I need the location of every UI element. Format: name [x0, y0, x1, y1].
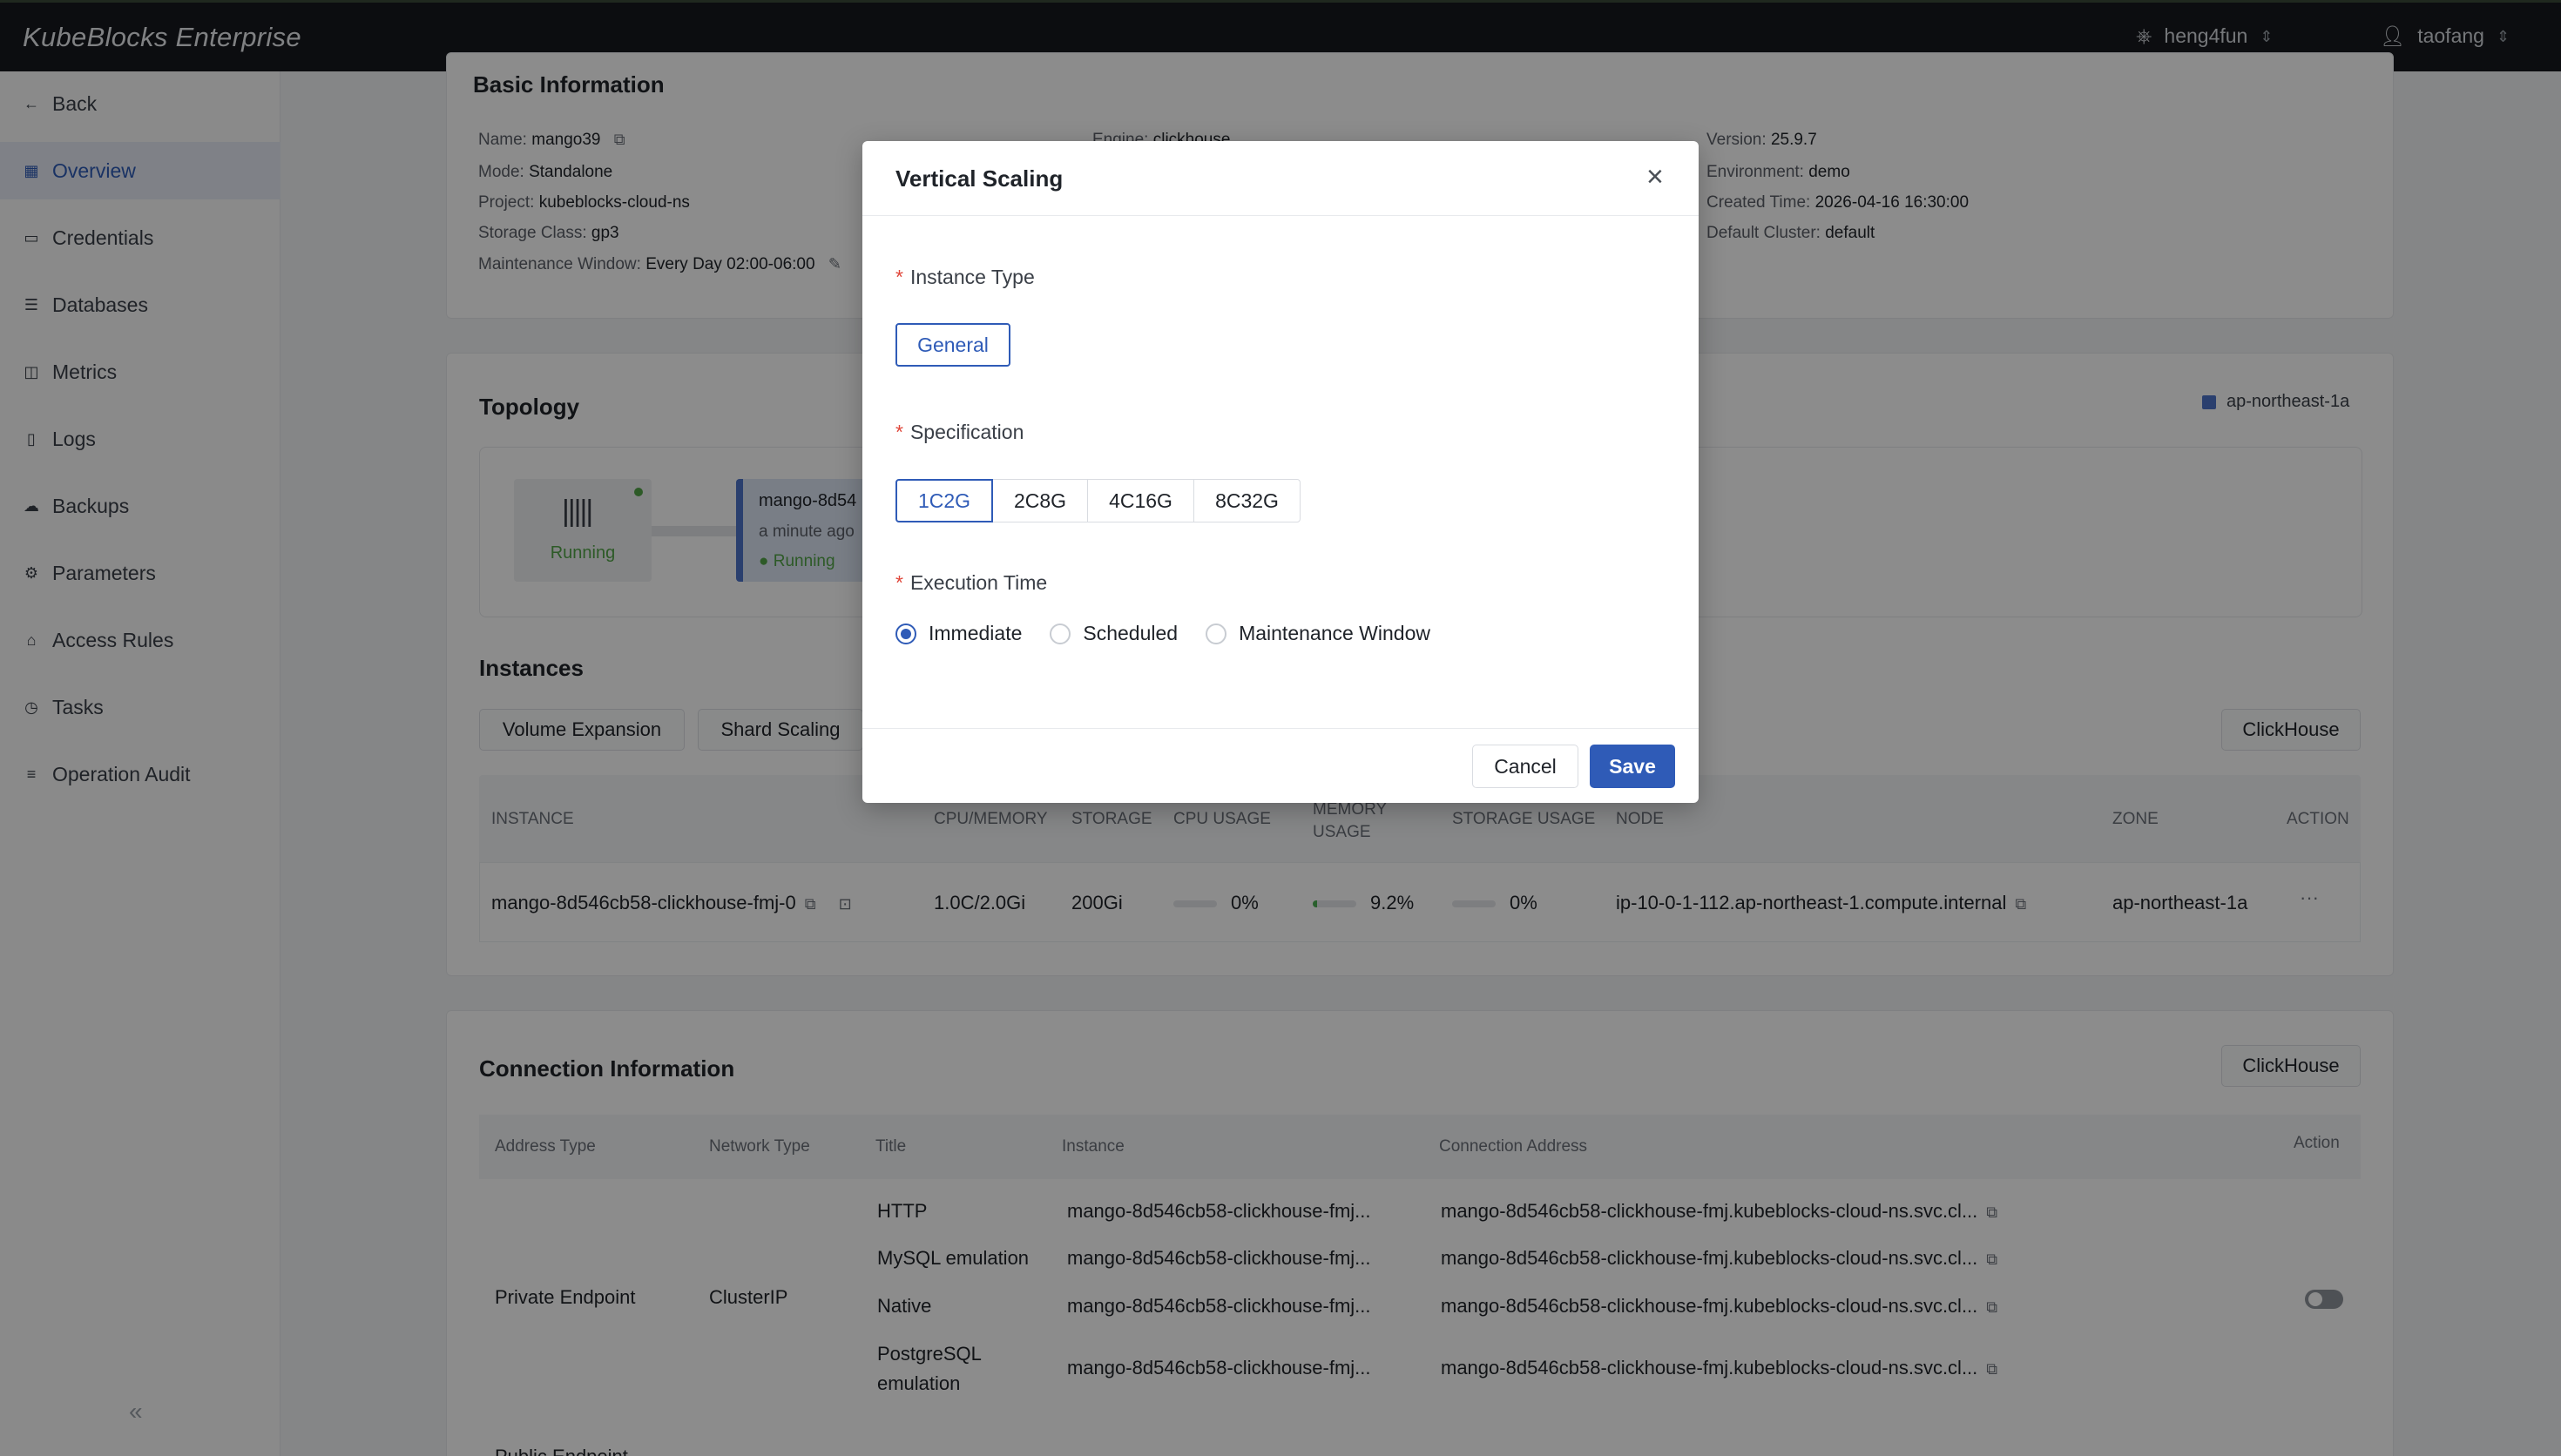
dialog-title: Vertical Scaling: [895, 165, 1064, 192]
required-mark: *: [895, 421, 903, 443]
execution-time-label-text: Execution Time: [909, 571, 1048, 594]
execution-time-radio-group: Immediate Scheduled Maintenance Window: [895, 622, 1458, 645]
cancel-button[interactable]: Cancel: [1472, 745, 1578, 788]
divider: [862, 728, 1699, 729]
execution-time-label: * Execution Time: [895, 571, 1047, 595]
instance-type-label-text: Instance Type: [909, 266, 1035, 288]
specification-label-text: Specification: [909, 421, 1024, 443]
vertical-scaling-dialog: Vertical Scaling × * Instance Type Genera…: [862, 141, 1699, 803]
spec-option-1c2g[interactable]: 1C2G: [895, 479, 993, 522]
instance-type-general[interactable]: General: [895, 323, 1010, 367]
radio-maintenance-window[interactable]: Maintenance Window: [1206, 622, 1430, 645]
spec-option-8c32g[interactable]: 8C32G: [1193, 479, 1301, 522]
spec-option-2c8g[interactable]: 2C8G: [992, 479, 1088, 522]
close-icon[interactable]: ×: [1646, 162, 1664, 192]
save-button[interactable]: Save: [1590, 745, 1675, 788]
required-mark: *: [895, 571, 903, 594]
radio-label: Immediate: [929, 622, 1023, 644]
radio-unchecked-icon: [1050, 623, 1071, 644]
required-mark: *: [895, 266, 903, 288]
radio-unchecked-icon: [1206, 623, 1227, 644]
divider: [862, 215, 1699, 216]
spec-option-4c16g[interactable]: 4C16G: [1087, 479, 1194, 522]
instance-type-label: * Instance Type: [895, 266, 1035, 289]
radio-checked-icon: [895, 623, 916, 644]
radio-label: Maintenance Window: [1239, 622, 1430, 644]
radio-label: Scheduled: [1083, 622, 1179, 644]
radio-scheduled[interactable]: Scheduled: [1050, 622, 1178, 645]
specification-label: * Specification: [895, 421, 1024, 444]
radio-immediate[interactable]: Immediate: [895, 622, 1022, 645]
